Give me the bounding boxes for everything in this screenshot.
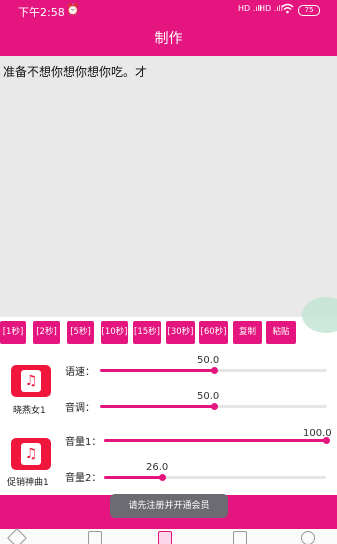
bottom-nav <box>0 528 337 544</box>
status-time: 下午2:58 <box>18 6 65 19</box>
volume1-slider-thumb[interactable] <box>323 437 330 444</box>
volume2-slider-fill <box>104 476 162 479</box>
pause-15s-button[interactable]: [15秒] <box>133 321 161 344</box>
volume1-slider-fill <box>104 439 326 442</box>
page-title: 制作 <box>154 31 183 47</box>
voice-name-2: 促销神曲1 <box>7 478 49 488</box>
pause-10s-button[interactable]: [10秒] <box>101 321 128 344</box>
status-bar: 下午2:58 ⏰ HD .ıll HD .ıll 75 <box>0 0 337 22</box>
speed-slider[interactable] <box>100 367 327 374</box>
pitch-label: 音调： <box>65 403 95 414</box>
signal-strength-2: HD .ıll <box>259 4 283 13</box>
alarm-clock-icon: ⏰ <box>66 3 80 16</box>
music-note-icon: ♫ <box>21 443 41 465</box>
volume2-slider-thumb[interactable] <box>158 474 166 481</box>
pause-30s-button[interactable]: [30秒] <box>166 321 195 344</box>
wifi-icon <box>281 3 294 17</box>
voice-logo-2[interactable]: ♫ <box>11 438 51 470</box>
list-icon[interactable] <box>233 531 247 544</box>
speed-value: 50.0 <box>197 355 220 366</box>
toast-message: 请先注册并开通会员 <box>110 494 228 518</box>
file-icon[interactable] <box>88 531 102 544</box>
floating-action-button[interactable] <box>302 297 337 333</box>
pitch-slider[interactable] <box>100 403 327 410</box>
editor-text[interactable]: 准备不想你想你想你吃。才 <box>3 63 147 80</box>
volume2-slider[interactable] <box>104 474 326 481</box>
volume2-label: 音量2： <box>65 473 102 484</box>
pause-5s-button[interactable]: [5秒] <box>67 321 94 344</box>
music-note-icon: ♫ <box>21 370 41 392</box>
volume2-value: 26.0 <box>146 462 169 473</box>
copy-button[interactable]: 复制 <box>233 321 262 344</box>
pause-2s-button[interactable]: [2秒] <box>33 321 60 344</box>
speed-slider-thumb[interactable] <box>210 367 218 374</box>
volume1-slider[interactable] <box>104 437 330 444</box>
battery-icon: 75 <box>298 5 320 16</box>
volume1-label: 音量1： <box>65 437 102 448</box>
voice-name-1: 晓燕女1 <box>13 406 46 416</box>
profile-icon[interactable] <box>301 531 315 544</box>
speed-label: 语速： <box>65 367 95 378</box>
paste-button[interactable]: 粘贴 <box>266 321 296 344</box>
pitch-slider-fill <box>100 405 214 408</box>
edit-icon[interactable] <box>158 531 172 544</box>
home-icon[interactable] <box>7 528 27 544</box>
pause-60s-button[interactable]: [60秒] <box>199 321 228 344</box>
pitch-value: 50.0 <box>197 391 220 402</box>
speed-slider-fill <box>100 369 214 372</box>
pause-1s-button[interactable]: [1秒] <box>0 321 26 344</box>
app-bar: 制作 <box>0 22 337 56</box>
text-editor[interactable]: 准备不想你想你想你吃。才 <box>0 56 337 317</box>
voice-logo-1[interactable]: ♫ <box>11 365 51 397</box>
pitch-slider-thumb[interactable] <box>210 403 218 410</box>
